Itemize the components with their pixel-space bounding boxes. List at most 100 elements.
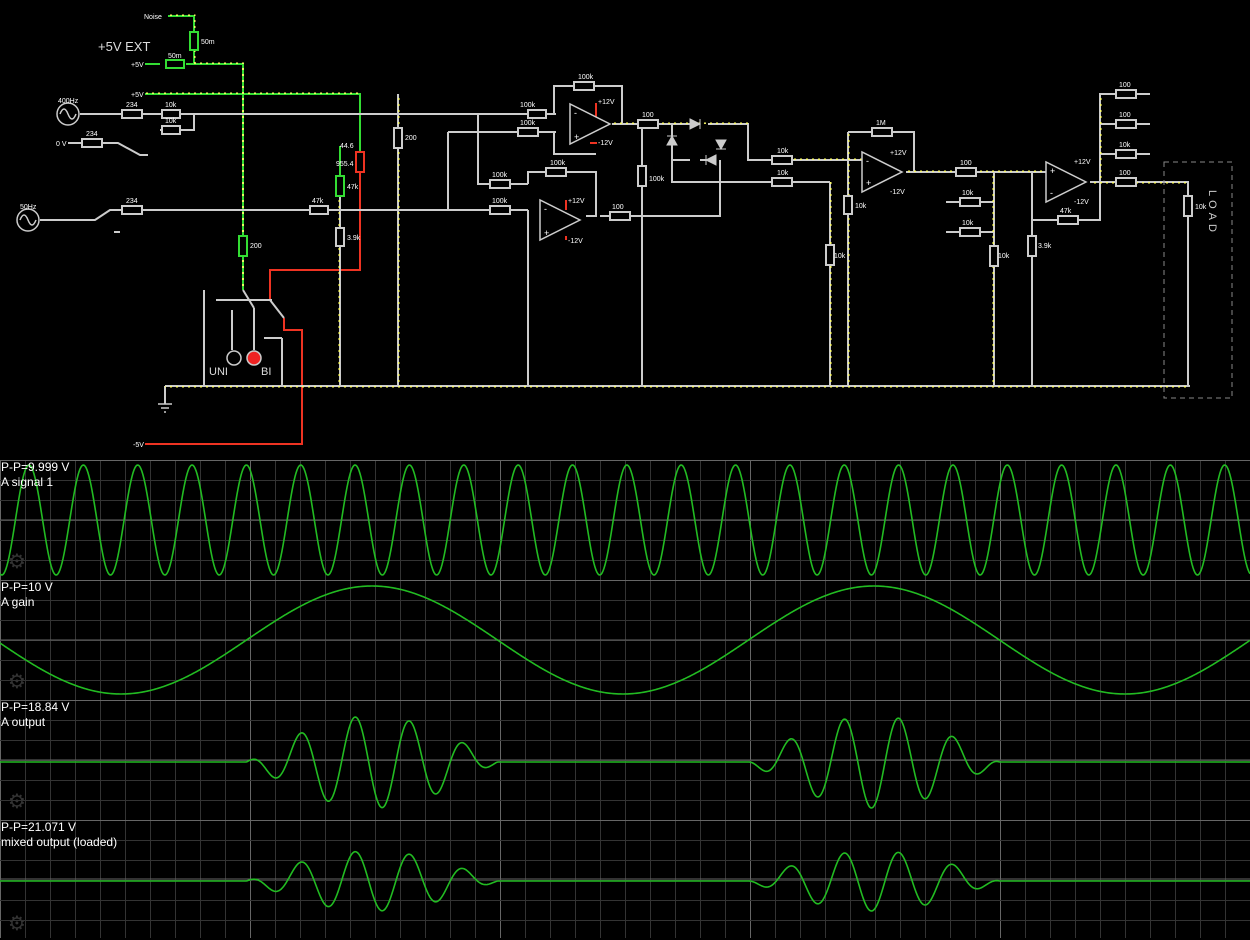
- noise-label: Noise: [144, 14, 162, 21]
- r-100-b: 100: [612, 204, 624, 211]
- r-100k-f: 100k: [492, 198, 508, 205]
- scope-graph: [0, 580, 1250, 700]
- r-10k-i: 10k: [998, 253, 1010, 260]
- r-10k-c: 10k: [777, 148, 789, 155]
- opamp1-plus12: +12V: [598, 99, 615, 106]
- opamp2-plus12: +12V: [568, 198, 585, 205]
- r-10k-b: 10k: [165, 118, 177, 125]
- diodes[interactable]: [666, 118, 727, 166]
- r-234-a: 234: [126, 102, 138, 109]
- scope-mixed-output[interactable]: P-P=21.071 V mixed output (loaded) ⚙: [0, 820, 1250, 940]
- r-100-c: 100: [960, 160, 972, 167]
- circuit-canvas[interactable]: - + - + - + + - Noise +5V +5V 400Hz 50Hz 0 V…: [0, 0, 1250, 460]
- gear-icon[interactable]: ⚙: [8, 552, 28, 572]
- load-box[interactable]: [1163, 161, 1233, 399]
- r-200-b: 200: [405, 135, 417, 142]
- scope-name: A output: [1, 715, 46, 729]
- opamp4-minus12: -12V: [1074, 199, 1089, 206]
- svg-text:+: +: [1050, 166, 1055, 176]
- r-100k-b: 100k: [520, 102, 536, 109]
- r-100-a: 100: [642, 112, 654, 119]
- r-47k-a: 47k: [312, 198, 324, 205]
- scope-graph: [0, 820, 1250, 938]
- load-label: LOAD: [1206, 190, 1218, 236]
- r-10k-g: 10k: [962, 190, 974, 197]
- src-50hz-label: 50Hz: [20, 204, 37, 211]
- svg-text:-: -: [544, 204, 547, 214]
- scope-readout: P-P=21.071 V mixed output (loaded): [1, 820, 117, 850]
- r-50m-b: 50m: [201, 39, 215, 46]
- mode-led-uni[interactable]: [226, 350, 242, 366]
- r-50m-a: 50m: [168, 53, 182, 60]
- r-234-c: 234: [126, 198, 138, 205]
- r-10k-a: 10k: [165, 102, 177, 109]
- ground-symbol: [158, 403, 172, 413]
- scope-graph: [0, 460, 1250, 580]
- scope-name: mixed output (loaded): [1, 835, 118, 849]
- scope-signal-1[interactable]: P-P=9.999 V A signal 1 ⚙: [0, 460, 1250, 580]
- r-47k-b: 47k: [347, 184, 359, 191]
- r-47k-c: 47k: [1060, 208, 1072, 215]
- uni-label: UNI: [209, 366, 228, 378]
- svg-text:+: +: [544, 228, 549, 238]
- pot-value-b: 955.4: [336, 161, 354, 168]
- r-100k-a: 100k: [578, 74, 594, 81]
- r-100-g: 10k: [1119, 142, 1131, 149]
- svg-text:+: +: [574, 132, 579, 142]
- r-100-f: 100: [1119, 112, 1131, 119]
- mode-led-bi[interactable]: [246, 350, 262, 366]
- gear-icon[interactable]: ⚙: [8, 672, 28, 692]
- src-400hz-label: 400Hz: [58, 98, 79, 105]
- plus5v-label-b: +5V: [131, 92, 144, 99]
- ext-label: +5V EXT: [98, 39, 150, 54]
- opamp1-minus12: -12V: [598, 140, 613, 147]
- svg-text:-: -: [574, 108, 577, 118]
- r-100-e: 100: [1119, 82, 1131, 89]
- r-100k-e: 100k: [550, 160, 566, 167]
- scope-name: A signal 1: [1, 475, 54, 489]
- scope-readout: P-P=10 V A gain: [1, 580, 53, 610]
- scope-pp-value: P-P=18.84 V: [1, 700, 70, 714]
- r-1m: 1M: [876, 120, 886, 127]
- scope-grid: [0, 580, 1250, 700]
- gear-icon[interactable]: ⚙: [8, 792, 28, 812]
- r-200-a: 200: [250, 243, 262, 250]
- scope-panel: P-P=9.999 V A signal 1 ⚙ P-P=10 V A gain…: [0, 460, 1250, 938]
- plus5v-label-a: +5V: [131, 62, 144, 69]
- r-100k-d: 100k: [492, 172, 508, 179]
- opamp4-plus12: +12V: [1074, 159, 1091, 166]
- scope-grid: [0, 820, 1250, 938]
- bi-label: BI: [261, 366, 271, 378]
- scope-grid: [0, 700, 1250, 820]
- scope-readout: P-P=18.84 V A output: [1, 700, 69, 730]
- zero-v-label: 0 V: [56, 141, 67, 148]
- scope-readout: P-P=9.999 V A signal 1: [1, 460, 69, 490]
- ac-source-50hz[interactable]: [16, 208, 40, 232]
- scope-name: A gain: [1, 595, 35, 609]
- scope-pp-value: P-P=9.999 V: [1, 460, 70, 474]
- resistors[interactable]: [81, 31, 1193, 267]
- r-10k-d: 10k: [777, 170, 789, 177]
- scope-output[interactable]: P-P=18.84 V A output ⚙: [0, 700, 1250, 820]
- opamp3-plus12: +12V: [890, 150, 907, 157]
- ac-source-400hz[interactable]: [56, 102, 80, 126]
- pot-value-a: 44.6: [340, 143, 354, 150]
- r-234-b: 234: [86, 131, 98, 138]
- scope-pp-value: P-P=10 V: [1, 580, 53, 594]
- svg-text:+: +: [866, 178, 871, 188]
- opamp3-minus12: -12V: [890, 189, 905, 196]
- r-10k-f: 10k: [834, 253, 846, 260]
- scope-pp-value: P-P=21.071 V: [1, 820, 77, 834]
- r-100k-g: 100k: [649, 176, 665, 183]
- scope-grid: [0, 460, 1250, 580]
- r-100-d: 100: [1119, 170, 1131, 177]
- svg-text:-: -: [866, 156, 869, 166]
- r-3-9k-a: 3.9k: [347, 235, 361, 242]
- gear-icon[interactable]: ⚙: [8, 914, 28, 934]
- svg-text:-: -: [1050, 188, 1053, 198]
- scope-graph: [0, 700, 1250, 820]
- r-10k-h: 10k: [962, 220, 974, 227]
- scope-gain[interactable]: P-P=10 V A gain ⚙: [0, 580, 1250, 700]
- circuit-wires: [40, 14, 1190, 445]
- opamp2-minus12: -12V: [568, 238, 583, 245]
